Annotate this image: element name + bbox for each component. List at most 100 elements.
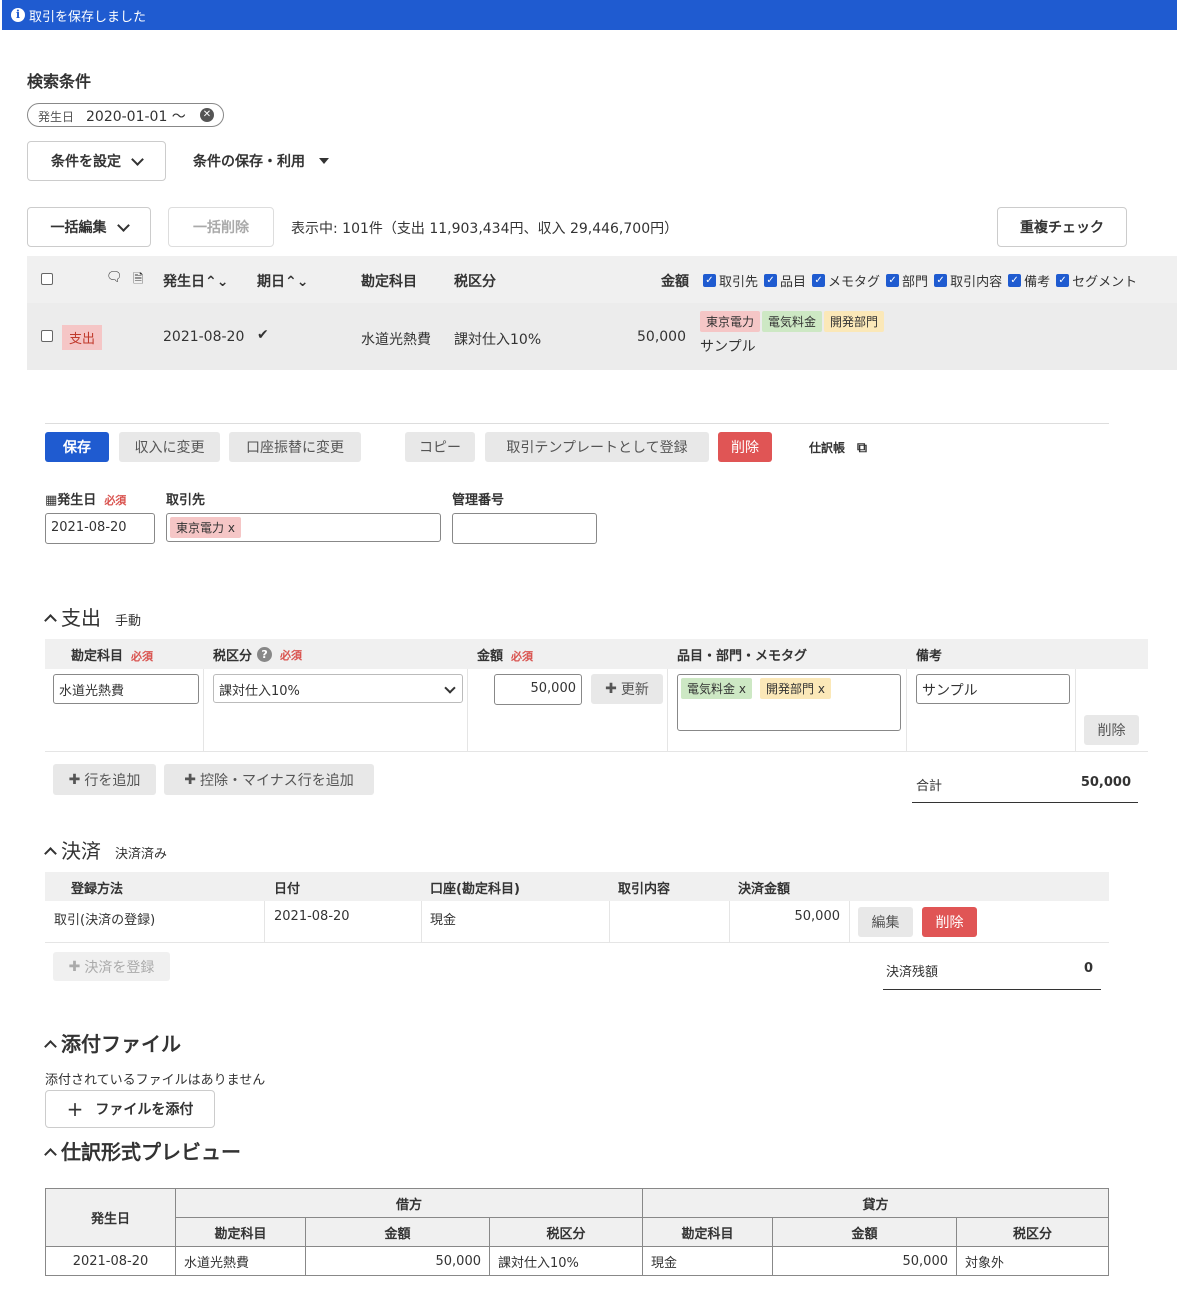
partner-field[interactable]: 東京電力 x xyxy=(166,513,441,542)
settle-account: 現金 xyxy=(430,913,457,928)
row-delete-button[interactable]: 削除 xyxy=(1084,715,1139,745)
type-badge: 支出 xyxy=(62,325,103,350)
col-content: 取引内容 xyxy=(618,882,671,897)
column-toggles: ✓ 取引先 ✓ 品目 ✓ メモタグ ✓ 部門 ✓ 取引内容 ✓ 備考 ✓ セグメント xyxy=(703,271,1137,290)
tag-section: 開発部門 xyxy=(824,311,885,332)
date-filter-chip[interactable]: 発生日 2020-01-01 〜 ✕ xyxy=(27,103,224,127)
delete-button[interactable]: 削除 xyxy=(718,432,772,462)
header-amount: 金額 xyxy=(661,274,689,290)
list-header: 🗨 🗎 発生日⌃⌄ 期日⌃⌄ 勘定科目 税区分 金額 ✓ 取引先 ✓ 品目 ✓ メモタ… xyxy=(27,256,1177,303)
external-link-icon: ⧉ xyxy=(857,439,868,456)
settle-delete-button[interactable]: 削除 xyxy=(922,907,977,937)
expense-total: 合計 50,000 xyxy=(912,764,1138,803)
item-token: 電気料金 x xyxy=(681,678,752,699)
pv-d-tax: 課対仕入10% xyxy=(489,1246,643,1276)
tag-item: 電気料金 xyxy=(762,311,823,332)
copy-button[interactable]: コピー xyxy=(405,432,475,462)
account-field[interactable]: 水道光熱費 xyxy=(53,674,199,704)
pv-c-amount: 50,000 xyxy=(772,1246,957,1276)
col-date: 日付 xyxy=(274,882,301,897)
calendar-icon: ▦ xyxy=(45,493,58,508)
toggle-memotag[interactable]: ✓ メモタグ xyxy=(812,271,880,290)
set-conditions-button[interactable]: 条件を設定 xyxy=(27,141,166,181)
header-tax: 税区分 xyxy=(454,274,496,290)
date-field[interactable]: 2021-08-20 xyxy=(45,513,155,544)
toggle-partner[interactable]: ✓ 取引先 xyxy=(703,271,758,290)
chevron-down-icon xyxy=(444,682,456,694)
col-tax: 税区分? 必須 xyxy=(213,647,303,664)
pv-h-c-account: 勘定科目 xyxy=(642,1217,773,1247)
result-summary: 表示中: 101件（支出 11,903,434円、収入 29,446,700円） xyxy=(291,221,679,237)
tax-select[interactable]: 課対仕入10% xyxy=(213,674,463,703)
save-use-conditions-button[interactable]: 条件の保存・利用 xyxy=(193,151,329,171)
balance-value: 0 xyxy=(1083,961,1093,976)
plus-icon: ✚ xyxy=(68,771,81,788)
chevron-up-icon xyxy=(44,614,57,627)
notification-banner: i 取引を保存しました xyxy=(2,0,1177,30)
toggle-item[interactable]: ✓ 品目 xyxy=(764,271,806,290)
settle-edit-button[interactable]: 編集 xyxy=(858,907,913,937)
header-due[interactable]: 期日⌃⌄ xyxy=(257,271,308,291)
header-date[interactable]: 発生日⌃⌄ xyxy=(163,271,228,291)
row-tags: 東京電力 電気料金 開発部門 xyxy=(700,311,885,332)
change-to-transfer-button[interactable]: 口座振替に変更 xyxy=(229,432,361,462)
search-title: 検索条件 xyxy=(27,72,92,91)
expense-heading[interactable]: 支出 手動 xyxy=(44,602,141,631)
change-to-income-button[interactable]: 収入に変更 xyxy=(119,432,220,462)
save-button[interactable]: 保存 xyxy=(45,432,109,462)
total-label: 合計 xyxy=(916,779,943,794)
expense-header: 勘定科目 必須 税区分? 必須 金額 必須 品目・部門・メモタグ 備考 xyxy=(45,639,1148,669)
row-tax: 課対仕入10% xyxy=(454,332,542,348)
duplicate-check-button[interactable]: 重複チェック xyxy=(997,207,1127,247)
banner-text: 取引を保存しました xyxy=(29,10,147,25)
journal-link[interactable]: 仕訳帳 ⧉ xyxy=(809,439,867,456)
preview-heading[interactable]: 仕訳形式プレビュー xyxy=(44,1136,241,1165)
attach-file-button[interactable]: + ファイルを添付 xyxy=(45,1090,215,1128)
header-account: 勘定科目 xyxy=(361,274,417,290)
caret-down-icon xyxy=(319,158,329,164)
row-checkbox[interactable] xyxy=(41,330,53,342)
journal-label: 仕訳帳 xyxy=(809,441,846,455)
pv-date: 2021-08-20 xyxy=(45,1246,176,1276)
set-conditions-label: 条件を設定 xyxy=(51,154,121,170)
toggle-segment[interactable]: ✓ セグメント xyxy=(1056,271,1137,290)
date-label: ▦発生日 必須 xyxy=(45,493,127,508)
settlement-heading[interactable]: 決済 決済済み xyxy=(44,835,168,864)
col-method: 登録方法 xyxy=(71,882,124,897)
chevron-up-icon xyxy=(44,1040,57,1053)
settlement-title: 決済 xyxy=(61,839,101,863)
toggle-content[interactable]: ✓ 取引内容 xyxy=(934,271,1002,290)
update-button[interactable]: ✚ 更新 xyxy=(591,674,663,704)
add-minus-row-button[interactable]: ✚ 控除・マイナス行を追加 xyxy=(164,764,374,795)
bulk-delete-button[interactable]: 一括削除 xyxy=(168,207,274,247)
memo-field[interactable]: サンプル xyxy=(916,674,1070,704)
row-date: 2021-08-20 xyxy=(163,329,245,345)
settlement-balance: 決済残額 0 xyxy=(883,952,1101,990)
plus-icon: ✚ xyxy=(184,771,196,788)
mgmt-number-field[interactable] xyxy=(452,513,597,544)
clear-icon[interactable]: ✕ xyxy=(200,108,214,122)
register-settlement-button[interactable]: ✚ 決済を登録 xyxy=(53,952,170,981)
tags-field[interactable]: 電気料金 x 開発部門 x xyxy=(677,674,901,731)
chip-label: 発生日 xyxy=(38,110,75,124)
journal-preview-table: 発生日 借方 貸方 勘定科目 金額 税区分 勘定科目 金額 税区分 2021-0… xyxy=(45,1188,1109,1276)
bulk-edit-button[interactable]: 一括編集 xyxy=(27,207,151,247)
preview-title: 仕訳形式プレビュー xyxy=(61,1140,241,1164)
toggle-memo[interactable]: ✓ 備考 xyxy=(1008,271,1050,290)
amount-field[interactable]: 50,000 xyxy=(494,674,582,705)
table-row: 2021-08-20 水道光熱費 50,000 課対仕入10% 現金 50,00… xyxy=(45,1246,1109,1276)
add-row-button[interactable]: ✚ 行を追加 xyxy=(53,764,156,795)
settle-amount: 50,000 xyxy=(794,909,841,924)
toggle-section[interactable]: ✓ 部門 xyxy=(886,271,928,290)
bulk-edit-label: 一括編集 xyxy=(50,220,107,236)
help-icon[interactable]: ? xyxy=(257,647,273,662)
settle-method: 取引(決済の登録) xyxy=(54,913,156,928)
attach-heading[interactable]: 添付ファイル xyxy=(44,1028,181,1057)
register-template-button[interactable]: 取引テンプレートとして登録 xyxy=(485,432,709,462)
partner-token: 東京電力 x xyxy=(170,517,241,538)
pv-h-d-tax: 税区分 xyxy=(489,1217,643,1247)
settlement-status: 決済済み xyxy=(115,847,168,862)
table-row[interactable]: 支出 2021-08-20 ✔ 水道光熱費 課対仕入10% 50,000 東京電… xyxy=(27,303,1177,370)
balance-label: 決済残額 xyxy=(886,965,939,980)
select-all-checkbox[interactable] xyxy=(41,273,53,285)
